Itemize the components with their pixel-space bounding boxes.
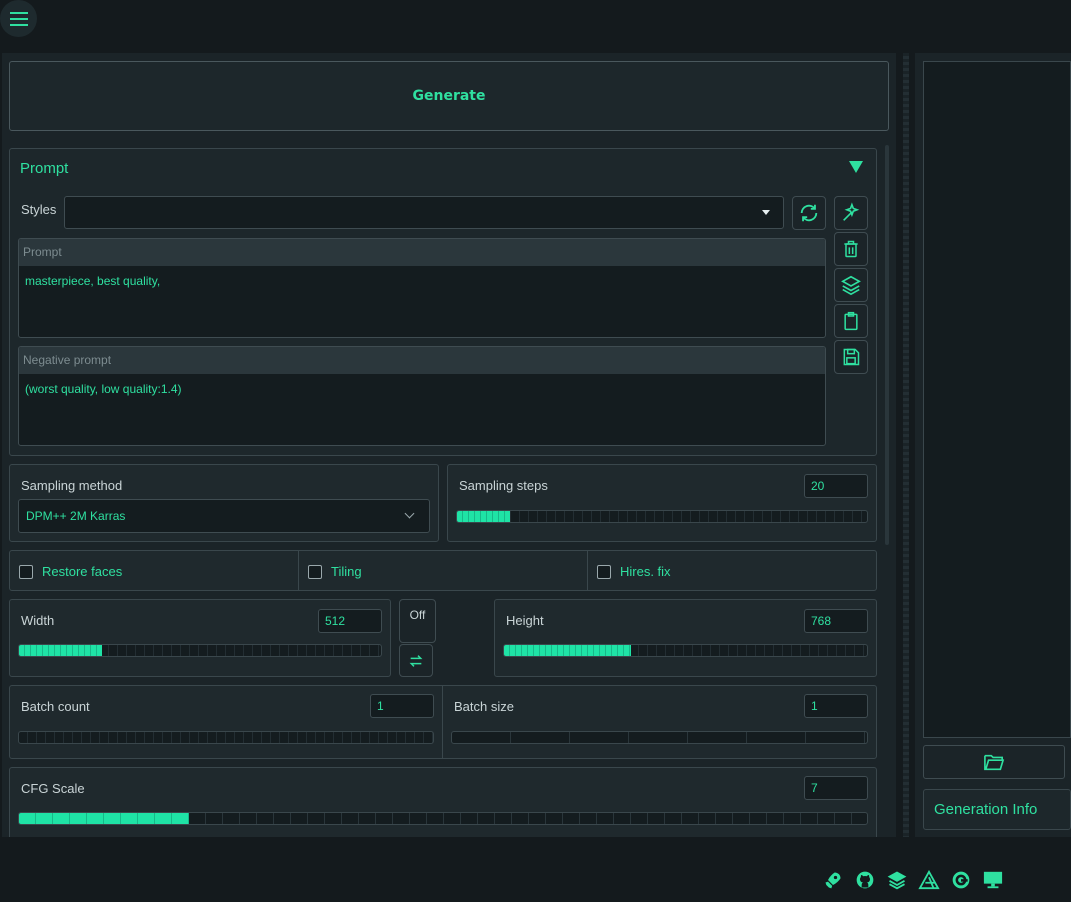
divider (442, 685, 443, 759)
open-folder-button[interactable] (923, 745, 1065, 779)
batch-count-label: Batch count (21, 699, 90, 714)
hamburger-icon (9, 11, 28, 26)
tiling-label[interactable]: Tiling (331, 564, 362, 579)
cfg-panel (9, 767, 877, 842)
save-style-button[interactable] (834, 340, 868, 374)
batch-panel (9, 685, 877, 759)
prompt-accordion-title[interactable]: Prompt (20, 160, 68, 177)
styles-dropdown[interactable] (64, 196, 784, 229)
height-slider[interactable] (503, 644, 868, 657)
hires-fix-label[interactable]: Hires. fix (620, 564, 671, 579)
batch-size-slider[interactable] (451, 731, 868, 744)
slider-fill (19, 813, 189, 824)
swap-dimensions-button[interactable] (399, 644, 433, 677)
caret-down-icon (762, 210, 770, 215)
width-input[interactable]: 512 (318, 609, 382, 633)
width-slider[interactable] (18, 644, 382, 657)
sampling-method-label: Sampling method (21, 478, 123, 493)
cfg-input[interactable]: 7 (804, 776, 868, 800)
slider-fill (457, 511, 511, 522)
divider (298, 550, 299, 591)
clear-prompt-button[interactable] (834, 232, 868, 266)
layers-icon (841, 275, 861, 296)
clipboard-icon (844, 311, 858, 331)
height-input[interactable]: 768 (804, 609, 868, 633)
restore-faces-label[interactable]: Restore faces (42, 564, 122, 579)
sampling-steps-label: Sampling steps (459, 478, 548, 493)
off-button[interactable]: Off (399, 599, 436, 643)
prompt-block: Prompt masterpiece, best quality, (18, 238, 826, 338)
sampling-method-value: DPM++ 2M Karras (26, 509, 126, 523)
cfg-label: CFG Scale (21, 781, 85, 796)
tiling-checkbox[interactable] (308, 565, 322, 579)
rocket-icon[interactable] (822, 869, 844, 891)
negative-prompt-textarea[interactable]: (worst quality, low quality:1.4) (19, 374, 825, 404)
trash-icon (844, 240, 858, 258)
paste-button[interactable] (834, 304, 868, 338)
prompt-textarea[interactable]: masterpiece, best quality, (19, 266, 825, 296)
generation-info-tab[interactable]: Generation Info (923, 789, 1071, 830)
save-icon (843, 348, 860, 366)
panel-resize-handle[interactable] (903, 53, 909, 837)
negative-prompt-block: Negative prompt (worst quality, low qual… (18, 346, 826, 446)
circle-logo-icon[interactable] (950, 869, 972, 891)
layers-icon[interactable] (886, 869, 908, 891)
swap-arrows-icon (409, 654, 423, 667)
height-label: Height (506, 613, 544, 628)
hires-fix-checkbox[interactable] (597, 565, 611, 579)
batch-count-input[interactable]: 1 (370, 694, 434, 718)
batch-count-slider[interactable] (18, 731, 434, 744)
divider (587, 550, 588, 591)
image-gallery[interactable] (923, 61, 1071, 738)
batch-size-input[interactable]: 1 (804, 694, 868, 718)
refresh-icon (800, 204, 818, 222)
extra-networks-button[interactable] (834, 268, 868, 302)
batch-size-label: Batch size (454, 699, 514, 714)
accordion-toggle-icon[interactable] (849, 161, 863, 173)
apply-style-button[interactable] (834, 196, 868, 230)
magic-wand-icon (843, 202, 860, 221)
slider-fill (19, 645, 103, 656)
monitor-icon[interactable] (982, 869, 1004, 891)
sampling-method-select[interactable]: DPM++ 2M Karras (18, 499, 430, 533)
sampling-steps-input[interactable]: 20 (804, 474, 868, 498)
refresh-styles-button[interactable] (792, 196, 826, 230)
triangle-icon[interactable] (918, 869, 940, 891)
slider-fill (504, 645, 632, 656)
footer-links (822, 869, 1004, 891)
menu-button[interactable] (0, 0, 37, 37)
folder-open-icon (984, 754, 1005, 771)
restore-faces-checkbox[interactable] (19, 565, 33, 579)
options-row (9, 550, 877, 591)
scrollbar-thumb[interactable] (885, 145, 889, 545)
github-icon[interactable] (854, 869, 876, 891)
negative-prompt-header: Negative prompt (19, 347, 825, 374)
prompt-header: Prompt (19, 239, 825, 266)
cfg-slider[interactable] (18, 812, 868, 825)
width-label: Width (21, 613, 55, 628)
chevron-down-icon (404, 508, 415, 519)
styles-label: Styles (21, 202, 57, 217)
sampling-steps-slider[interactable] (456, 510, 868, 523)
generate-button[interactable]: Generate (9, 61, 889, 131)
